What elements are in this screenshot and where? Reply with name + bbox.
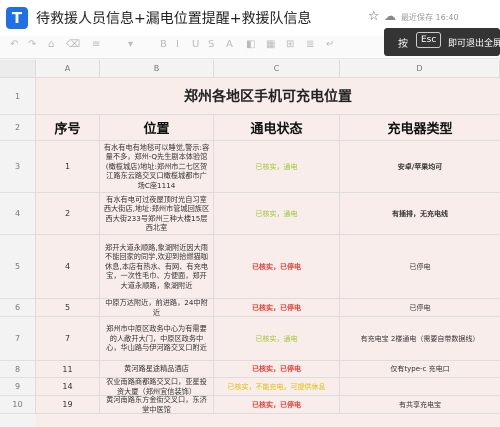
app-logo[interactable]: T — [6, 7, 28, 29]
charger-type-cell[interactable]: 有共享充电宝 — [340, 396, 500, 413]
charger-type-cell[interactable]: 有插排，无充电线 — [340, 193, 500, 234]
table-row: 19 黄河南路东方金街交叉口，东济堂中医馆 已核实，已停电 有共享充电宝 — [36, 396, 500, 414]
index-cell[interactable]: 7 — [36, 317, 100, 360]
row-header[interactable]: 3 — [0, 141, 36, 193]
index-cell[interactable]: 19 — [36, 396, 100, 413]
undo-icon[interactable]: ↶ — [10, 39, 18, 50]
border-icon[interactable]: ▦ — [266, 39, 275, 50]
fullscreen-exit-hint: 按 Esc 即可退出全屏模式 — [384, 28, 500, 56]
table-row: 11 黄河路星途精品酒店 已核实，已停电 仅有type-c 充电口 — [36, 361, 500, 378]
document-title[interactable]: 待救援人员信息+漏电位置提醒+救援队信息 — [36, 8, 311, 28]
row-header[interactable]: 7 — [0, 317, 36, 361]
charger-type-cell[interactable]: 已停电 — [340, 235, 500, 298]
index-cell[interactable]: 1 — [36, 141, 100, 192]
strikethrough-icon[interactable]: S — [208, 39, 214, 50]
header-power[interactable]: 通电状态 — [214, 115, 340, 140]
table-row: 5 中原万达附近，前进路，24中附近 已核实，已停电 已停电 — [36, 299, 500, 317]
power-status-cell[interactable]: 已核实，已停电 — [214, 361, 340, 377]
row-header[interactable]: 8 — [0, 361, 36, 378]
power-status-cell[interactable]: 已核实，通电 — [214, 141, 340, 192]
location-cell[interactable]: 有水有电可过夜屋顶时光自习室西大街店,地址:郑州市管城回族区西大街233号郑州三… — [100, 193, 214, 234]
esc-key-badge: Esc — [416, 32, 442, 48]
location-cell[interactable]: 中原万达附近，前进路，24中附近 — [100, 299, 214, 316]
underline-icon[interactable]: U — [192, 39, 199, 50]
wrap-icon[interactable]: ↵ — [326, 39, 334, 50]
text-style-icon[interactable]: ≡ — [92, 39, 100, 50]
charger-type-cell[interactable] — [340, 378, 500, 395]
italic-icon[interactable]: I — [176, 39, 179, 50]
power-status-cell[interactable]: 已核实，通电 — [214, 193, 340, 234]
column-header-b[interactable]: B — [100, 60, 214, 78]
power-status-cell[interactable]: 已核实，已停电 — [214, 235, 340, 298]
index-cell[interactable]: 11 — [36, 361, 100, 377]
header-location[interactable]: 位置 — [100, 115, 214, 140]
select-all-corner[interactable] — [0, 60, 36, 78]
redo-icon[interactable]: ↷ — [28, 39, 36, 50]
power-status-cell[interactable]: 已核实，已停电 — [214, 299, 340, 316]
table-row: 1 有水有电有地毯可以睡觉,警示:容量不多，郑州-Q先生剧本体验馆(橄榄城店)地址… — [36, 141, 500, 193]
row-header[interactable]: 9 — [0, 378, 36, 396]
row-header-1[interactable]: 1 — [0, 78, 36, 115]
cloud-saved-icon: ☁ — [384, 9, 396, 23]
index-cell[interactable]: 2 — [36, 193, 100, 234]
spreadsheet-grid: 郑州各地区手机可充电位置 序号 位置 通电状态 充电器类型 1 有水有电有地毯可以… — [36, 78, 500, 427]
charger-type-cell[interactable]: 安卓/苹果均可 — [340, 141, 500, 192]
location-cell[interactable]: 黄河路星途精品酒店 — [100, 361, 214, 377]
row-header-2[interactable]: 2 — [0, 115, 36, 141]
table-row: 4 郑开大道永顺路,象湖附近因大雨不能回家的同学,欢迎到拾燃猫咖休息,本店有热水、… — [36, 235, 500, 299]
location-cell[interactable]: 郑开大道永顺路,象湖附近因大雨不能回家的同学,欢迎到拾燃猫咖休息,本店有热水、有… — [100, 235, 214, 298]
row-header[interactable]: 6 — [0, 299, 36, 317]
index-cell[interactable]: 4 — [36, 235, 100, 298]
location-cell[interactable]: 郑州市中原区政务中心为有需要的人敞开大门，中原区政务中心，华山路与伊河路交叉口附… — [100, 317, 214, 360]
index-cell[interactable]: 5 — [36, 299, 100, 316]
hint-text: 即可退出全屏模式 — [448, 39, 500, 49]
font-size-icon[interactable]: ▾ — [128, 39, 133, 50]
column-header-a[interactable]: A — [36, 60, 100, 78]
row-header[interactable]: 4 — [0, 193, 36, 235]
merge-icon[interactable]: ⊞ — [286, 39, 294, 50]
index-cell[interactable]: 14 — [36, 378, 100, 395]
charger-type-cell[interactable]: 有充电宝 2楼通电（需要自带数据线） — [340, 317, 500, 360]
header-charger[interactable]: 充电器类型 — [340, 115, 500, 140]
clear-format-icon[interactable]: ⌫ — [66, 39, 80, 50]
align-icon[interactable]: ≣ — [306, 39, 314, 50]
power-status-cell[interactable]: 已核实，不能充电，可提供休息 — [214, 378, 340, 395]
row-header[interactable]: 5 — [0, 235, 36, 299]
location-cell[interactable]: 黄河南路东方金街交叉口，东济堂中医馆 — [100, 396, 214, 413]
sheet-title[interactable]: 郑州各地区手机可充电位置 — [36, 78, 500, 115]
column-header-d[interactable]: D — [340, 60, 500, 78]
bold-icon[interactable]: B — [160, 39, 167, 50]
power-status-cell[interactable]: 已核实，已停电 — [214, 396, 340, 413]
table-row: 14 农业南路商都路交叉口，亚星投资大厦（郑州宜信装饰） 已核实，不能充电，可提供休… — [36, 378, 500, 396]
power-status-cell[interactable]: 已核实，通电 — [214, 317, 340, 360]
row-header[interactable]: 10 — [0, 396, 36, 414]
header-index[interactable]: 序号 — [36, 115, 100, 140]
header-row: 序号 位置 通电状态 充电器类型 — [36, 115, 500, 141]
save-status: 最近保存 16:40 — [401, 13, 459, 22]
star-icon[interactable]: ☆ — [368, 9, 380, 24]
format-paint-icon[interactable]: ⌂ — [48, 39, 54, 50]
table-row: 7 郑州市中原区政务中心为有需要的人敞开大门，中原区政务中心，华山路与伊河路交叉口… — [36, 317, 500, 361]
hint-press-label: 按 — [398, 39, 408, 50]
location-cell[interactable]: 农业南路商都路交叉口，亚星投资大厦（郑州宜信装饰） — [100, 378, 214, 395]
charger-type-cell[interactable]: 已停电 — [340, 299, 500, 316]
fill-color-icon[interactable]: ◧ — [246, 39, 255, 50]
font-color-icon[interactable]: A — [226, 39, 233, 50]
table-row: 2 有水有电可过夜屋顶时光自习室西大街店,地址:郑州市管城回族区西大街233号郑州… — [36, 193, 500, 235]
location-cell[interactable]: 有水有电有地毯可以睡觉,警示:容量不多，郑州-Q先生剧本体验馆(橄榄城店)地址:… — [100, 141, 214, 192]
charger-type-cell[interactable]: 仅有type-c 充电口 — [340, 361, 500, 377]
column-header-c[interactable]: C — [214, 60, 340, 78]
